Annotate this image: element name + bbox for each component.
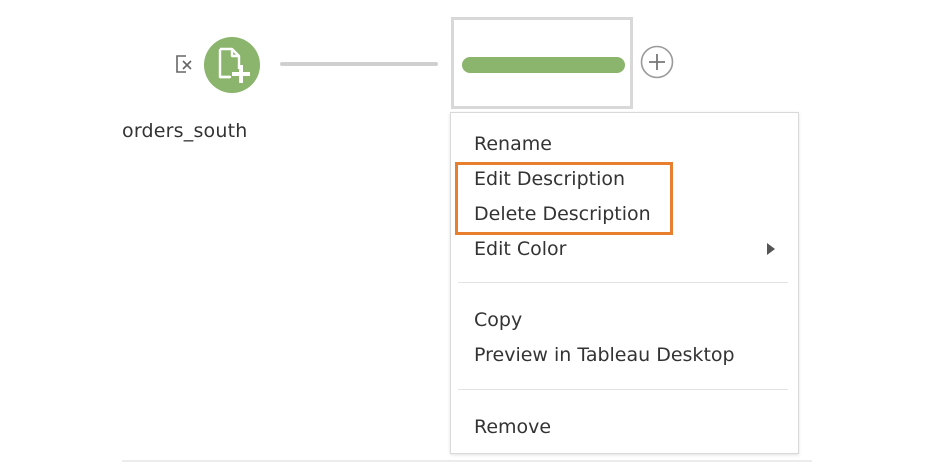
menu-separator	[458, 282, 788, 283]
plus-circle-icon	[640, 45, 674, 79]
menu-item-preview-in-tableau-desktop[interactable]: Preview in Tableau Desktop	[451, 339, 798, 371]
canvas-divider	[122, 460, 812, 462]
menu-item-remove[interactable]: Remove	[451, 411, 798, 443]
highlight-box	[455, 162, 673, 235]
disconnected-icon	[174, 53, 196, 75]
menu-item-edit-color[interactable]: Edit Color	[451, 233, 798, 265]
input-node-label: orders_south	[122, 120, 248, 142]
menu-item-copy[interactable]: Copy	[451, 304, 798, 336]
add-step-button[interactable]	[640, 45, 674, 79]
clean-step-node[interactable]	[451, 17, 633, 109]
menu-item-label: Preview in Tableau Desktop	[474, 344, 735, 366]
input-node-orders-south[interactable]	[204, 37, 260, 93]
step-color-bar	[462, 57, 625, 73]
submenu-arrow-icon	[767, 243, 775, 255]
menu-item-label: Rename	[474, 133, 552, 155]
menu-item-label: Copy	[474, 309, 523, 331]
file-add-icon	[218, 47, 250, 83]
menu-item-rename[interactable]: Rename	[451, 128, 798, 160]
flow-connector	[280, 62, 438, 66]
menu-item-label: Remove	[474, 416, 552, 438]
menu-item-label: Edit Color	[474, 238, 567, 260]
menu-separator	[458, 389, 788, 390]
